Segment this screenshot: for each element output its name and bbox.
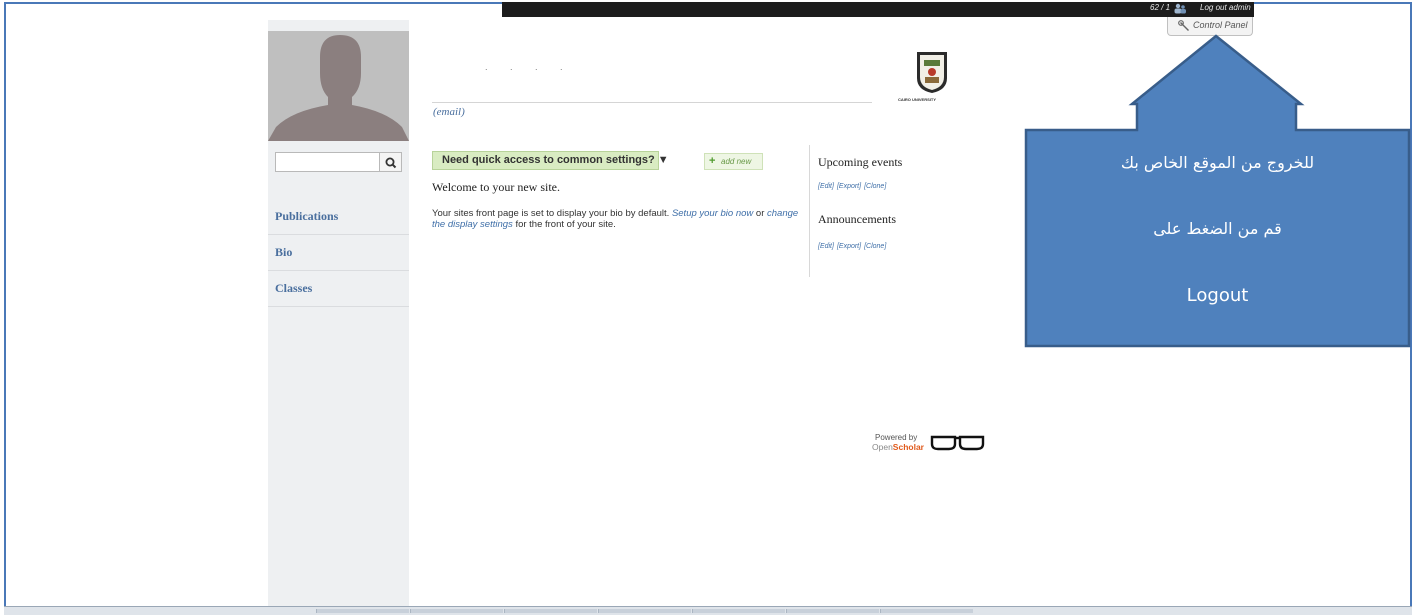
taskbar-item — [598, 609, 691, 613]
events-clone-link[interactable]: [Clone] — [864, 183, 886, 190]
powered-by-label: Powered by — [875, 433, 918, 442]
site-name: . . . . — [485, 62, 573, 72]
events-links: [Edit] [Export] [Clone] — [818, 183, 889, 190]
header-divider — [432, 102, 872, 103]
email-link[interactable]: (email) — [433, 106, 465, 118]
announcements-clone-link[interactable]: [Clone] — [864, 243, 886, 250]
callout-line-1: للخروج من الموقع الخاص بك — [1120, 153, 1315, 172]
brand-open: Open — [872, 442, 893, 452]
sidebar-item-classes[interactable]: Classes — [268, 271, 409, 307]
setup-bio-link[interactable]: Setup your bio now — [672, 208, 753, 219]
sidebar-item-publications[interactable]: Publications — [268, 199, 409, 235]
column-divider — [809, 145, 810, 277]
plus-icon: + — [709, 155, 716, 167]
callout-line-3: Logout — [1186, 285, 1249, 306]
intro-text-part: or — [755, 208, 765, 219]
search-icon — [385, 157, 397, 169]
taskbar-item — [786, 609, 879, 613]
openscholar-wordmark: OpenScholar — [872, 442, 924, 452]
user-counter: 62 / 1 — [1150, 3, 1171, 12]
upcoming-events-title: Upcoming events — [818, 155, 903, 169]
intro-text-part: Your sites front page is set to display … — [432, 208, 670, 219]
search-input[interactable] — [275, 152, 380, 172]
announcements-export-link[interactable]: [Export] — [837, 243, 861, 250]
admin-toolbar — [502, 2, 1254, 17]
intro-text: Your sites front page is set to display … — [432, 208, 802, 230]
add-new-button[interactable]: + add new — [704, 153, 763, 170]
brand-scholar: Scholar — [892, 442, 924, 452]
announcements-links: [Edit] [Export] [Clone] — [818, 243, 889, 250]
cairo-university-logo — [917, 52, 947, 93]
announcements-title: Announcements — [818, 212, 896, 226]
announcements-edit-link[interactable]: [Edit] — [818, 243, 834, 250]
control-panel-label: Control Panel — [1193, 20, 1248, 30]
events-edit-link[interactable]: [Edit] — [818, 183, 834, 190]
events-export-link[interactable]: [Export] — [837, 183, 861, 190]
add-new-label: add new — [721, 157, 752, 166]
logout-link[interactable]: Log out admin — [1200, 3, 1251, 12]
profile-photo — [268, 31, 409, 141]
sidebar-item-bio[interactable]: Bio — [268, 235, 409, 271]
sidebar-nav: Publications Bio Classes — [268, 199, 409, 307]
logout-callout: للخروج من الموقع الخاص بك قم من الضغط عل… — [1026, 130, 1409, 345]
taskbar-item — [880, 609, 973, 613]
glasses-icon — [930, 435, 985, 451]
search-box — [275, 152, 402, 172]
taskbar-item — [504, 609, 597, 613]
quick-settings-dropdown[interactable]: Need quick access to common settings? ▼ — [432, 151, 669, 170]
taskbar-item — [692, 609, 785, 613]
taskbar-item — [410, 609, 503, 613]
intro-text-part: for the front of your site. — [515, 219, 616, 230]
callout-line-2: قم من الضغط على — [1153, 219, 1282, 238]
search-button[interactable] — [380, 152, 402, 172]
taskbar-item — [316, 609, 409, 613]
welcome-heading: Welcome to your new site. — [432, 180, 560, 194]
logo-caption: CAIRO UNIVERSITY — [898, 97, 937, 102]
users-icon — [1174, 3, 1186, 14]
